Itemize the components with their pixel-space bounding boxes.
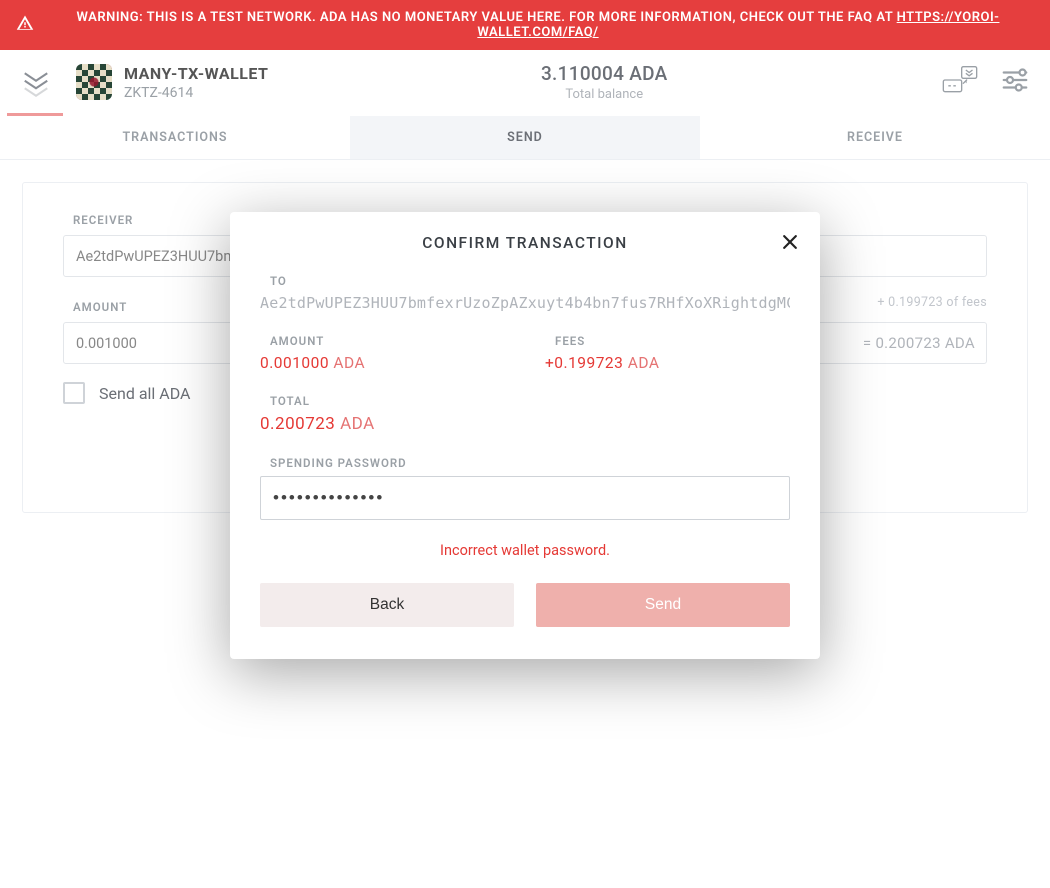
spending-password-input[interactable] [260,476,790,520]
spending-password-label: SPENDING PASSWORD [270,456,790,470]
modal-total-label: TOTAL [270,394,790,408]
to-address: Ae2tdPwUPEZ3HUU7bmfexrUzoZpAZxuyt4b4bn7f… [260,294,790,312]
confirm-transaction-modal: CONFIRM TRANSACTION TO Ae2tdPwUPEZ3HUU7b… [230,212,820,659]
back-button[interactable]: Back [260,583,514,627]
close-icon[interactable] [776,228,804,256]
password-error-message: Incorrect wallet password. [260,542,790,559]
confirm-transaction-modal-backdrop: CONFIRM TRANSACTION TO Ae2tdPwUPEZ3HUU7b… [0,0,1050,888]
modal-fees-label: FEES [555,334,790,348]
modal-amount-value: 0.001000 ADA [260,354,505,372]
modal-amount-label: AMOUNT [270,334,505,348]
to-label: TO [270,274,790,288]
send-button[interactable]: Send [536,583,790,627]
modal-fees-value: +0.199723 ADA [545,354,790,372]
modal-total-value: 0.200723 ADA [260,414,790,434]
modal-title: CONFIRM TRANSACTION [260,234,790,252]
